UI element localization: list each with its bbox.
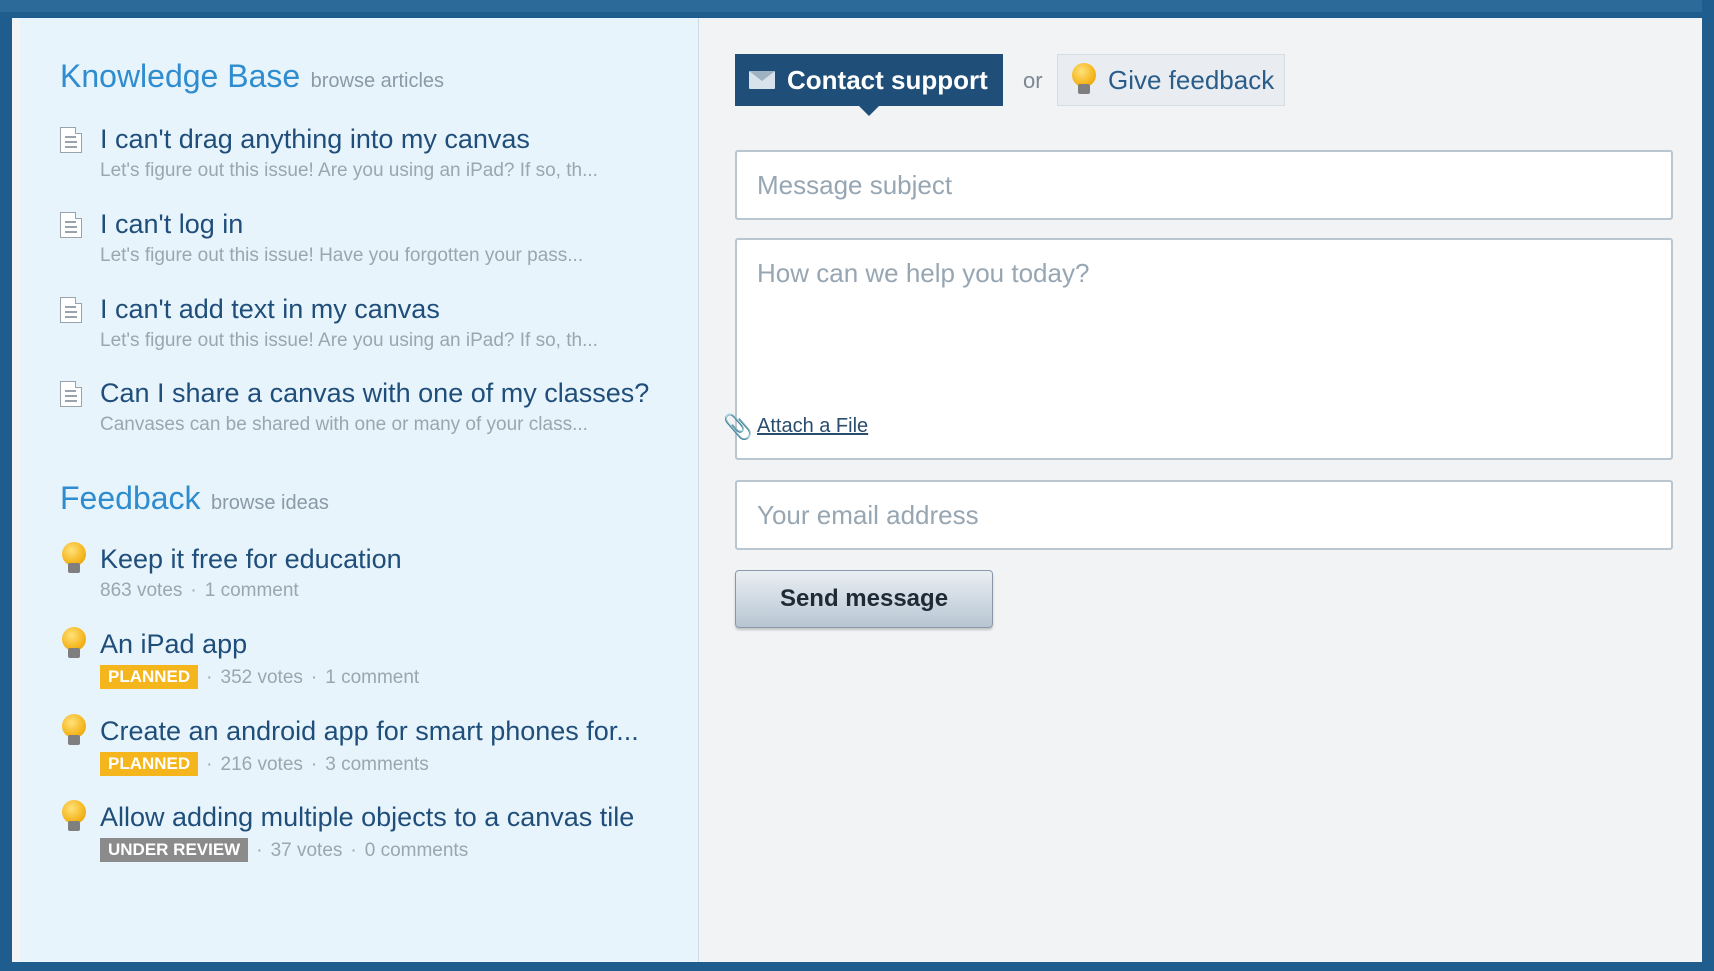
feedback-header: Feedback browse ideas xyxy=(60,480,329,517)
idea-comments: 1 comment xyxy=(325,667,420,688)
idea-title[interactable]: Create an android app for smart phones f… xyxy=(100,716,639,747)
browse-articles-link[interactable]: browse articles xyxy=(311,70,444,92)
lightbulb-icon xyxy=(1072,63,1096,97)
give-feedback-label: Give feedback xyxy=(1108,65,1275,95)
article-snippet: Let's figure out this issue! Have you fo… xyxy=(100,245,584,266)
article-snippet: Let's figure out this issue! Are you usi… xyxy=(100,330,598,351)
lightbulb-icon xyxy=(62,800,86,834)
idea-votes: 863 votes xyxy=(100,580,183,601)
send-message-button[interactable]: Send message xyxy=(735,570,993,628)
article-snippet: Let's figure out this issue! Are you usi… xyxy=(100,160,598,181)
idea-meta: PLANNED · 352 votes · 1 comment xyxy=(100,665,419,689)
article-snippet: Canvases can be shared with one or many … xyxy=(100,414,588,435)
top-strip xyxy=(0,0,1714,12)
give-feedback-tab[interactable]: Give feedback xyxy=(1057,54,1285,106)
knowledge-base-header: Knowledge Base browse articles xyxy=(60,58,444,95)
document-icon xyxy=(60,381,82,407)
idea-votes: 352 votes xyxy=(220,667,303,688)
right-edge xyxy=(1702,0,1714,971)
message-body-textarea[interactable] xyxy=(735,238,1673,460)
idea-title[interactable]: Keep it free for education xyxy=(100,544,402,575)
article-title[interactable]: I can't log in xyxy=(100,209,243,240)
browse-ideas-link[interactable]: browse ideas xyxy=(211,492,329,514)
lightbulb-icon xyxy=(62,714,86,748)
idea-title[interactable]: Allow adding multiple objects to a canva… xyxy=(100,802,634,833)
article-title[interactable]: Can I share a canvas with one of my clas… xyxy=(100,378,649,409)
document-icon xyxy=(60,212,82,238)
lightbulb-icon xyxy=(62,627,86,661)
idea-votes: 37 votes xyxy=(270,840,343,861)
feedback-title: Feedback xyxy=(60,480,201,516)
status-badge: UNDER REVIEW xyxy=(100,838,249,862)
idea-meta: PLANNED · 216 votes · 3 comments xyxy=(100,752,429,776)
idea-comments: 3 comments xyxy=(325,754,429,775)
paperclip-icon: 📎 xyxy=(723,414,753,441)
status-badge: PLANNED xyxy=(100,752,199,776)
mail-icon xyxy=(749,71,775,89)
contact-support-label: Contact support xyxy=(787,65,988,95)
idea-title[interactable]: An iPad app xyxy=(100,629,247,660)
idea-comments: 1 comment xyxy=(204,580,299,601)
lightbulb-icon xyxy=(62,542,86,576)
or-separator: or xyxy=(1023,68,1043,93)
left-column: Knowledge Base browse articles I can't d… xyxy=(20,18,699,962)
message-subject-input[interactable] xyxy=(735,150,1673,220)
document-icon xyxy=(60,297,82,323)
attach-file-label: Attach a File xyxy=(757,415,869,437)
article-title[interactable]: I can't drag anything into my canvas xyxy=(100,124,530,155)
idea-comments: 0 comments xyxy=(364,840,469,861)
contact-form-panel: Contact support or Give feedback 📎 Attac… xyxy=(699,18,1714,962)
idea-votes: 216 votes xyxy=(220,754,303,775)
attach-file-link[interactable]: 📎 Attach a File xyxy=(723,414,869,441)
support-panel: Knowledge Base browse articles I can't d… xyxy=(12,18,1714,962)
contact-support-tab[interactable]: Contact support xyxy=(735,54,1003,116)
article-title[interactable]: I can't add text in my canvas xyxy=(100,294,440,325)
document-icon xyxy=(60,127,82,153)
status-badge: PLANNED xyxy=(100,665,199,689)
active-tab-pointer xyxy=(859,106,879,116)
idea-meta: 863 votes · 1 comment xyxy=(100,580,299,601)
knowledge-base-title: Knowledge Base xyxy=(60,58,301,94)
idea-meta: UNDER REVIEW · 37 votes · 0 comments xyxy=(100,838,468,862)
email-input[interactable] xyxy=(735,480,1673,550)
